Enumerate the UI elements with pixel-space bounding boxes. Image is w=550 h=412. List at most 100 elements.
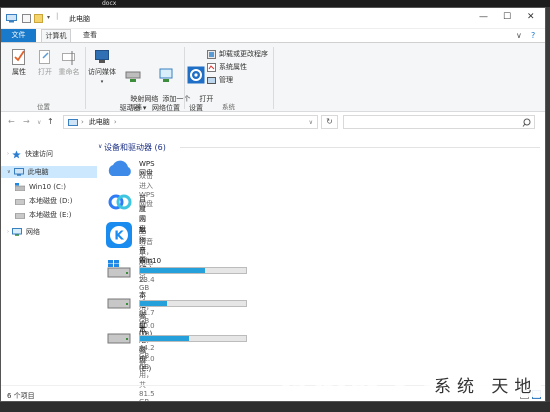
nav-label: 本地磁盘 (D:) bbox=[29, 197, 73, 205]
access-media-button[interactable]: 访问媒体 ▾ bbox=[87, 48, 117, 87]
nav-label: 此电脑 bbox=[27, 168, 49, 176]
open-settings-label: 打开 设置 bbox=[189, 95, 214, 112]
nav-label: Win10 (C:) bbox=[29, 183, 66, 191]
drive-icon bbox=[107, 298, 131, 309]
drive-e[interactable]: 本地磁盘 (E:) 44.2 GB 可用，共 81.5 GB bbox=[106, 325, 247, 401]
section-divider bbox=[180, 147, 540, 148]
search-icon bbox=[522, 118, 531, 127]
nav-expand-icon[interactable]: ∨ bbox=[7, 169, 11, 175]
settings-icon bbox=[187, 66, 205, 84]
uninstall-program-button[interactable]: 卸载或更改程序 bbox=[207, 49, 268, 59]
drive-d[interactable]: 本地磁盘 (D:) 61.7 GB 可用，共 82.0 GB bbox=[106, 290, 247, 371]
rename-button[interactable]: 重命名 bbox=[57, 48, 81, 77]
forward-button[interactable]: → bbox=[23, 117, 30, 126]
ribbon-divider bbox=[85, 47, 86, 109]
maximize-button[interactable]: ☐ bbox=[503, 12, 511, 22]
address-chevron-icon: › bbox=[81, 118, 84, 126]
nav-label: 网络 bbox=[26, 228, 40, 236]
nav-drive-d[interactable]: 本地磁盘 (D:) bbox=[15, 195, 72, 207]
tab-view[interactable]: 查看 bbox=[76, 29, 104, 42]
open-button[interactable]: 打开 bbox=[33, 48, 57, 77]
top-strip: docx bbox=[0, 0, 550, 7]
refresh-button[interactable]: ↻ bbox=[321, 115, 338, 129]
ribbon-tabs: 文件 计算机 查看 ∨ ? bbox=[1, 29, 545, 42]
manage-button[interactable]: 管理 bbox=[207, 75, 233, 85]
up-button[interactable]: ↑ bbox=[47, 117, 54, 126]
close-button[interactable]: ✕ bbox=[527, 12, 535, 22]
nav-expand-icon[interactable]: › bbox=[7, 151, 9, 157]
window-title: 此电脑 bbox=[69, 15, 90, 23]
group-network-label: 网络 bbox=[129, 103, 142, 111]
drive-icon bbox=[15, 212, 25, 219]
pc-icon bbox=[6, 14, 17, 23]
address-dropdown-icon[interactable]: ∨ bbox=[309, 119, 313, 126]
add-network-location-button[interactable]: 添加一个 网络位置 bbox=[149, 48, 190, 122]
drive-c[interactable]: Win10 (C:) 23.4 GB 可用，共 60.0 GB bbox=[106, 257, 247, 338]
drive-usage-bar bbox=[139, 335, 247, 342]
recent-dropdown-icon[interactable]: ∨ bbox=[37, 119, 41, 126]
nav-this-pc[interactable]: ∨ 此电脑 bbox=[1, 166, 97, 178]
network-drive-icon bbox=[125, 71, 141, 82]
address-path: 此电脑 bbox=[88, 118, 110, 126]
address-row: ← → ∨ ↑ › 此电脑 › ∨ ↻ bbox=[1, 112, 545, 132]
tab-file[interactable]: 文件 bbox=[1, 29, 36, 42]
ribbon-divider bbox=[184, 47, 185, 109]
title-separator: | bbox=[56, 12, 59, 20]
drive-usage-fill bbox=[140, 336, 189, 341]
nav-network[interactable]: › 网络 bbox=[7, 226, 40, 238]
svg-text:K: K bbox=[114, 229, 124, 243]
baidu-netdisk-icon bbox=[108, 194, 132, 210]
system-properties-button[interactable]: 系统属性 bbox=[207, 62, 247, 72]
windows-drive-icon bbox=[107, 260, 131, 278]
system-properties-icon bbox=[207, 62, 216, 72]
rename-icon bbox=[62, 51, 75, 65]
minimize-button[interactable]: — bbox=[479, 12, 488, 22]
search-input[interactable] bbox=[343, 115, 535, 129]
drive-icon bbox=[15, 198, 25, 205]
network-location-icon bbox=[159, 68, 173, 82]
pc-icon bbox=[68, 118, 78, 126]
qa-properties-icon[interactable] bbox=[22, 14, 31, 23]
star-icon bbox=[12, 150, 21, 158]
qa-dropdown-icon[interactable]: ▾ bbox=[47, 14, 50, 21]
device-baidu[interactable]: 百度网盘 双击运行百度网盘 bbox=[106, 190, 146, 283]
properties-icon bbox=[12, 49, 25, 65]
window-caption: docx bbox=[102, 0, 117, 7]
tab-computer[interactable]: 计算机 bbox=[41, 29, 71, 42]
ribbon-divider bbox=[273, 47, 274, 109]
network-icon bbox=[12, 228, 22, 236]
collapse-ribbon-icon[interactable]: ∨ bbox=[516, 29, 522, 42]
open-settings-button[interactable]: 打开 设置 bbox=[186, 48, 213, 122]
nav-drive-c[interactable]: Win10 (C:) bbox=[15, 181, 66, 193]
watermark-text: 系统 天地 bbox=[430, 372, 542, 397]
properties-label: 属性 bbox=[12, 68, 26, 76]
help-icon[interactable]: ? bbox=[531, 29, 535, 42]
uninstall-label: 卸载或更改程序 bbox=[219, 50, 268, 58]
open-icon bbox=[39, 50, 50, 64]
item-count: 6 个项目 bbox=[7, 392, 35, 400]
back-button[interactable]: ← bbox=[8, 117, 15, 126]
rename-label: 重命名 bbox=[58, 68, 80, 76]
drive-icon bbox=[107, 333, 131, 344]
properties-button[interactable]: 属性 bbox=[7, 48, 31, 77]
kugou-icon: K bbox=[106, 222, 132, 248]
group-location-label: 位置 bbox=[37, 103, 50, 111]
access-media-label: 访问媒体 bbox=[88, 68, 116, 76]
address-bar[interactable]: › 此电脑 › ∨ bbox=[63, 115, 318, 129]
group-system-label: 系统 bbox=[222, 103, 235, 111]
nav-quick-access[interactable]: › 快速访问 bbox=[7, 148, 53, 160]
nav-label: 快速访问 bbox=[25, 150, 53, 158]
background-edge bbox=[546, 7, 550, 412]
nav-drive-e[interactable]: 本地磁盘 (E:) bbox=[15, 209, 71, 221]
section-collapse-icon[interactable]: ∨ bbox=[98, 143, 102, 150]
manage-label: 管理 bbox=[219, 76, 233, 84]
drive-usage-bar bbox=[139, 267, 247, 274]
nav-expand-icon[interactable]: › bbox=[7, 229, 9, 235]
open-label: 打开 bbox=[38, 68, 52, 76]
navigation-pane: › 快速访问 ∨ 此电脑 Win10 (C:) 本地磁盘 (D:) 本地磁盘 (… bbox=[1, 135, 97, 385]
media-icon bbox=[95, 50, 109, 63]
device-wps[interactable]: WPS网盘 双击进入WPS网盘 bbox=[106, 158, 155, 208]
title-bar: ▾ | 此电脑 — ☐ ✕ bbox=[1, 8, 545, 29]
qa-folder-icon[interactable] bbox=[34, 14, 43, 23]
device-kugou[interactable]: K 酷狗音乐 听音乐，用酷狗 bbox=[106, 222, 153, 276]
